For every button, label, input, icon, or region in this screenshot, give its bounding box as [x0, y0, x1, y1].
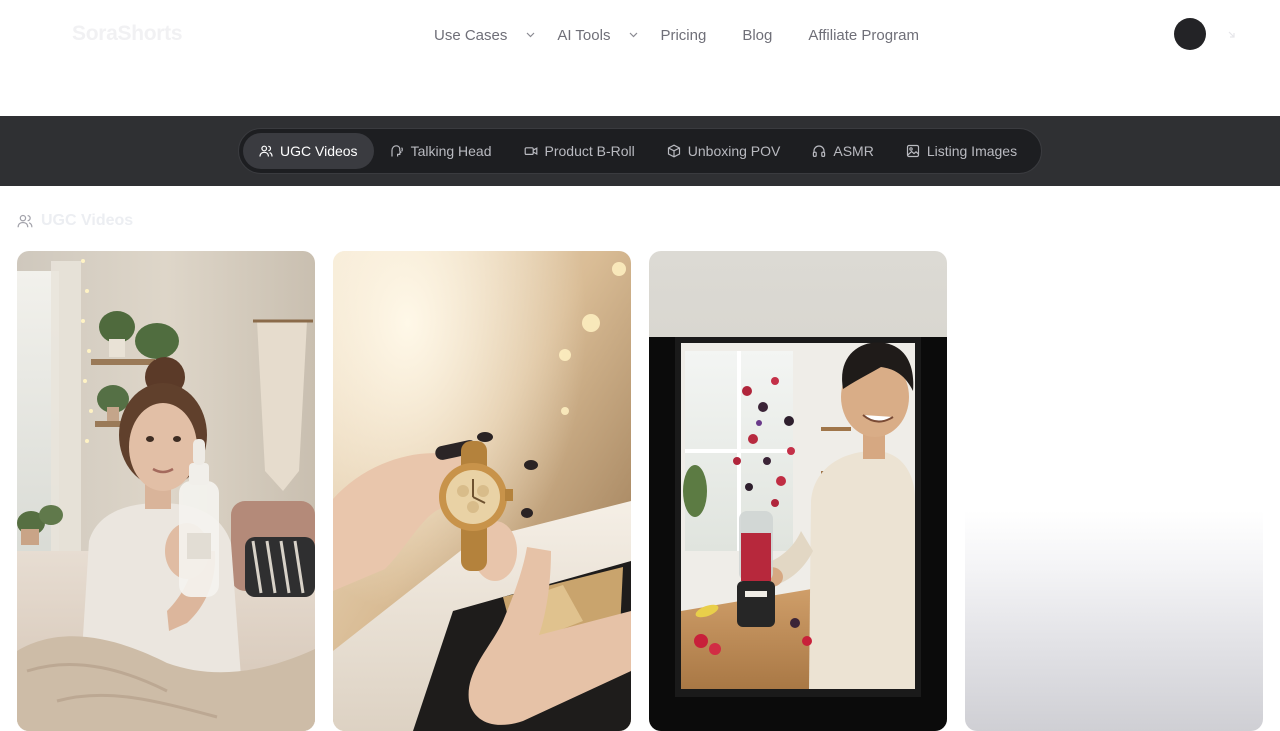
video-card-watch[interactable] — [333, 251, 631, 731]
video-card-smoothie[interactable] — [649, 251, 947, 731]
site-header: SoraShorts Use Cases AI Tools Pricing Bl… — [0, 0, 1280, 116]
nav-affiliate-program[interactable]: Affiliate Program — [808, 27, 919, 44]
site-logo[interactable]: SoraShorts — [72, 22, 183, 46]
section-heading: UGC Videos — [17, 212, 133, 230]
users-icon — [17, 214, 33, 228]
tab-talking-head-label: Talking Head — [410, 143, 492, 159]
main-nav: Use Cases AI Tools Pricing Blog Affiliat… — [434, 24, 955, 46]
video-card-serum[interactable] — [17, 251, 315, 731]
tab-asmr[interactable]: ASMR — [796, 133, 889, 169]
chevron-icon[interactable] — [1226, 28, 1238, 40]
thumbnail-woman-serum — [17, 251, 315, 731]
tab-unboxing-pov[interactable]: Unboxing POV — [651, 133, 797, 169]
headphones-icon — [813, 145, 826, 157]
users-icon — [259, 145, 273, 157]
nav-use-cases-label: Use Cases — [434, 26, 508, 44]
box-icon — [667, 144, 680, 158]
section-title: UGC Videos — [41, 212, 134, 229]
nav-affiliate-label: Affiliate Program — [808, 26, 919, 44]
nav-ai-tools[interactable]: AI Tools — [557, 27, 638, 44]
category-tabs: UGC Videos Talking Head Product B-Roll U… — [238, 128, 1042, 174]
tab-ugc-videos[interactable]: UGC Videos — [243, 133, 374, 169]
chevron-down-icon — [525, 30, 535, 40]
tab-talking-head[interactable]: Talking Head — [374, 133, 508, 169]
tab-asmr-label: ASMR — [833, 143, 874, 159]
nav-blog-label: Blog — [742, 26, 773, 44]
tab-product-b-roll-label: Product B-Roll — [544, 143, 635, 159]
image-icon — [906, 144, 919, 158]
video-camera-icon — [524, 147, 537, 156]
thumbnail-smoothie-man — [649, 251, 947, 731]
nav-blog[interactable]: Blog — [742, 27, 772, 44]
nav-pricing[interactable]: Pricing — [660, 27, 706, 44]
talking-head-icon — [390, 145, 403, 157]
chevron-down-icon — [628, 30, 638, 40]
nav-pricing-label: Pricing — [660, 26, 707, 44]
tab-listing-images[interactable]: Listing Images — [890, 133, 1033, 169]
avatar[interactable] — [1174, 18, 1206, 50]
tab-ugc-videos-label: UGC Videos — [280, 143, 358, 159]
thumbnail-gold-watch — [333, 251, 631, 731]
nav-ai-tools-label: AI Tools — [557, 26, 611, 44]
video-card-loading[interactable] — [965, 251, 1263, 731]
nav-use-cases[interactable]: Use Cases — [434, 27, 535, 44]
tab-unboxing-pov-label: Unboxing POV — [687, 143, 781, 159]
tab-listing-images-label: Listing Images — [926, 143, 1018, 159]
tab-product-b-roll[interactable]: Product B-Roll — [508, 133, 651, 169]
